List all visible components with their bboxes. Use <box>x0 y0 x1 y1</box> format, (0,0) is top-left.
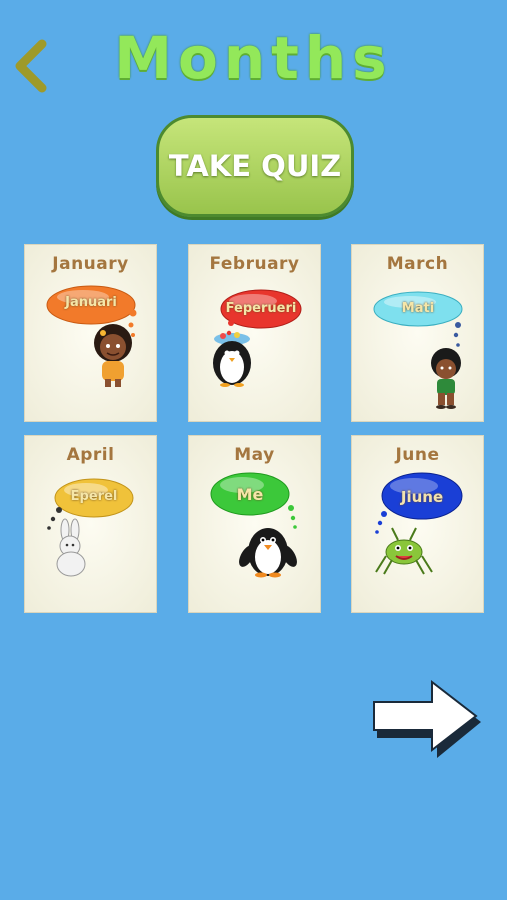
card-word-label: Mati <box>401 301 435 316</box>
boy-icon <box>431 348 461 409</box>
thought-dots-icon <box>128 309 137 337</box>
thought-dots-icon <box>375 511 387 534</box>
month-card-april[interactable]: April Eperel <box>24 435 157 613</box>
month-card-march[interactable]: March Mati <box>351 244 484 422</box>
card-word-label: Eperel <box>70 489 118 504</box>
card-month-label: February <box>209 254 300 274</box>
month-card-june[interactable]: June Jiune <box>351 435 484 613</box>
thought-dots-icon <box>226 320 234 336</box>
arrow-right-icon <box>373 679 481 758</box>
take-quiz-button[interactable]: TAKE QUIZ <box>156 115 354 217</box>
card-word-label: Jiune <box>400 488 444 506</box>
card-word-label: Januari <box>65 295 117 310</box>
month-card-february[interactable]: February Feperueri <box>188 244 321 422</box>
card-word-label: Me <box>236 485 264 504</box>
month-card-january[interactable]: January Januari <box>24 244 157 422</box>
card-month-label: June <box>395 445 440 465</box>
thought-dots-icon <box>288 505 297 529</box>
card-month-label: January <box>52 254 129 274</box>
next-button[interactable] <box>372 678 482 758</box>
thought-dots-icon <box>453 322 461 347</box>
page-title: Months <box>114 24 393 92</box>
thought-dots-icon <box>47 507 62 530</box>
card-month-label: April <box>66 445 115 465</box>
card-word-label: Feperueri <box>225 301 297 316</box>
card-month-label: March <box>386 254 449 274</box>
card-month-label: May <box>234 445 275 465</box>
month-card-may[interactable]: May Me <box>188 435 321 613</box>
